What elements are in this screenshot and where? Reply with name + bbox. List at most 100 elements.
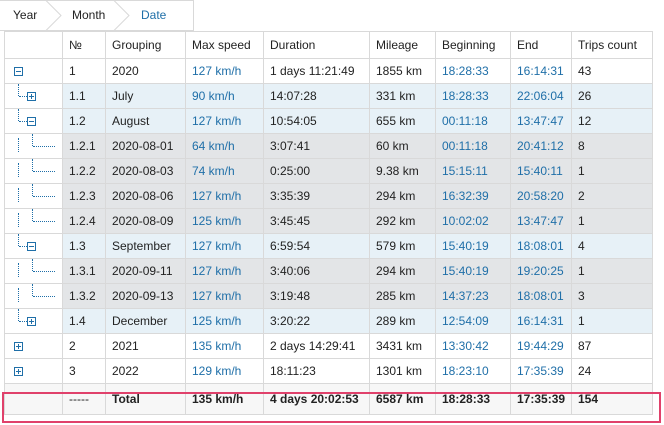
trips-report-table: № Grouping Max speed Duration Mileage Be… [4, 31, 653, 415]
table-row[interactable]: 2 2021 135 km/h 2 days 14:29:41 3431 km … [4, 333, 653, 359]
breadcrumb-date[interactable]: Date [141, 0, 166, 31]
cell-max-speed[interactable]: 125 km/h [185, 308, 264, 334]
cell-beginning[interactable]: 00:11:18 [435, 133, 511, 159]
header-grouping[interactable]: Grouping [105, 31, 186, 59]
cell-end[interactable]: 22:06:04 [510, 83, 572, 109]
cell-end[interactable]: 13:47:47 [510, 208, 572, 234]
cell-end[interactable]: 18:08:01 [510, 233, 572, 259]
table-row[interactable]: 1.1 July 90 km/h 14:07:28 331 km 18:28:3… [4, 83, 653, 109]
header-number[interactable]: № [62, 31, 106, 59]
cell-max-speed[interactable]: 64 km/h [185, 133, 264, 159]
header-tree [4, 31, 63, 59]
cell-mileage: 289 km [369, 308, 436, 334]
cell-trips-count: 43 [571, 58, 653, 84]
cell-max-speed[interactable]: 90 km/h [185, 83, 264, 109]
tree-line [33, 221, 55, 222]
cell-beginning[interactable]: 15:40:19 [435, 258, 511, 284]
cell-mileage: 655 km [369, 108, 436, 134]
table-row[interactable]: 1 2020 127 km/h 1 days 11:21:49 1855 km … [4, 58, 653, 84]
tree-line [18, 84, 19, 96]
cell-beginning[interactable]: 15:15:11 [435, 158, 511, 184]
cell-trips-count: 12 [571, 108, 653, 134]
table-row[interactable]: 1.3 September 127 km/h 6:59:54 579 km 15… [4, 233, 653, 259]
tree-cell [4, 83, 63, 109]
cell-max-speed[interactable]: 135 km/h [185, 333, 264, 359]
cell-max-speed[interactable]: 127 km/h [185, 108, 264, 134]
cell-max-speed[interactable]: 125 km/h [185, 208, 264, 234]
cell-beginning[interactable]: 12:54:09 [435, 308, 511, 334]
cell-grouping: December [105, 308, 186, 334]
tree-cell [4, 183, 63, 209]
cell-end[interactable]: 16:14:31 [510, 308, 572, 334]
cell-beginning[interactable]: 14:37:23 [435, 283, 511, 309]
cell-end[interactable]: 17:35:39 [510, 358, 572, 384]
table-header-row: № Grouping Max speed Duration Mileage Be… [4, 31, 653, 59]
table-row[interactable]: 1.3.1 2020-09-11 127 km/h 3:40:06 294 km… [4, 258, 653, 284]
cell-end[interactable]: 13:47:47 [510, 108, 572, 134]
cell-end[interactable]: 20:41:12 [510, 133, 572, 159]
collapse-icon[interactable] [27, 117, 36, 126]
tree-cell [4, 208, 63, 234]
cell-trips-count: 87 [571, 333, 653, 359]
cell-max-speed[interactable]: 129 km/h [185, 358, 264, 384]
cell-beginning[interactable]: 18:28:33 [435, 58, 511, 84]
cell-duration: 3:19:48 [263, 283, 370, 309]
tree-line [18, 188, 19, 202]
cell-end[interactable]: 20:58:20 [510, 183, 572, 209]
tree-line [32, 159, 33, 171]
cell-beginning[interactable]: 10:02:02 [435, 208, 511, 234]
cell-end[interactable]: 16:14:31 [510, 58, 572, 84]
total-mileage: 6587 km [369, 383, 436, 415]
table-row[interactable]: 1.4 December 125 km/h 3:20:22 289 km 12:… [4, 308, 653, 334]
cell-beginning[interactable]: 16:32:39 [435, 183, 511, 209]
header-end[interactable]: End [510, 31, 572, 59]
cell-max-speed[interactable]: 127 km/h [185, 258, 264, 284]
cell-beginning[interactable]: 13:30:42 [435, 333, 511, 359]
cell-max-speed[interactable]: 127 km/h [185, 58, 264, 84]
cell-max-speed[interactable]: 74 km/h [185, 158, 264, 184]
table-row[interactable]: 1.2.4 2020-08-09 125 km/h 3:45:45 292 km… [4, 208, 653, 234]
cell-duration: 2 days 14:29:41 [263, 333, 370, 359]
header-trips-count[interactable]: Trips count [571, 31, 653, 59]
cell-mileage: 331 km [369, 83, 436, 109]
total-beginning: 18:28:33 [435, 383, 511, 415]
tree-line [33, 296, 55, 297]
tree-line [33, 146, 55, 147]
breadcrumb-month[interactable]: Month [72, 0, 105, 31]
table-row[interactable]: 1.3.2 2020-09-13 127 km/h 3:19:48 285 km… [4, 283, 653, 309]
header-max-speed[interactable]: Max speed [185, 31, 264, 59]
cell-end[interactable]: 19:20:25 [510, 258, 572, 284]
table-row[interactable]: 1.2.3 2020-08-06 127 km/h 3:35:39 294 km… [4, 183, 653, 209]
tree-line [18, 163, 19, 177]
header-beginning[interactable]: Beginning [435, 31, 511, 59]
expand-icon[interactable] [14, 367, 23, 376]
expand-icon[interactable] [14, 342, 23, 351]
table-row[interactable]: 1.2 August 127 km/h 10:54:05 655 km 00:1… [4, 108, 653, 134]
total-duration: 4 days 20:02:53 [263, 383, 370, 415]
tree-line [33, 171, 55, 172]
breadcrumb-year[interactable]: Year [13, 0, 37, 31]
cell-max-speed[interactable]: 127 km/h [185, 183, 264, 209]
expand-icon[interactable] [27, 92, 36, 101]
cell-end[interactable]: 19:44:29 [510, 333, 572, 359]
cell-end[interactable]: 18:08:01 [510, 283, 572, 309]
collapse-icon[interactable] [27, 242, 36, 251]
cell-max-speed[interactable]: 127 km/h [185, 283, 264, 309]
cell-max-speed[interactable]: 127 km/h [185, 233, 264, 259]
cell-end[interactable]: 15:40:11 [510, 158, 572, 184]
table-row[interactable]: 1.2.2 2020-08-03 74 km/h 0:25:00 9.38 km… [4, 158, 653, 184]
header-duration[interactable]: Duration [263, 31, 370, 59]
expand-icon[interactable] [27, 317, 36, 326]
cell-beginning[interactable]: 18:28:33 [435, 83, 511, 109]
cell-trips-count: 26 [571, 83, 653, 109]
header-mileage[interactable]: Mileage [369, 31, 436, 59]
tree-line [19, 121, 27, 122]
cell-duration: 3:35:39 [263, 183, 370, 209]
table-row[interactable]: 3 2022 129 km/h 18:11:23 1301 km 18:23:1… [4, 358, 653, 384]
cell-beginning[interactable]: 00:11:18 [435, 108, 511, 134]
cell-beginning[interactable]: 15:40:19 [435, 233, 511, 259]
table-row[interactable]: 1.2.1 2020-08-01 64 km/h 3:07:41 60 km 0… [4, 133, 653, 159]
cell-beginning[interactable]: 18:23:10 [435, 358, 511, 384]
collapse-icon[interactable] [14, 67, 23, 76]
total-end: 17:35:39 [510, 383, 572, 415]
